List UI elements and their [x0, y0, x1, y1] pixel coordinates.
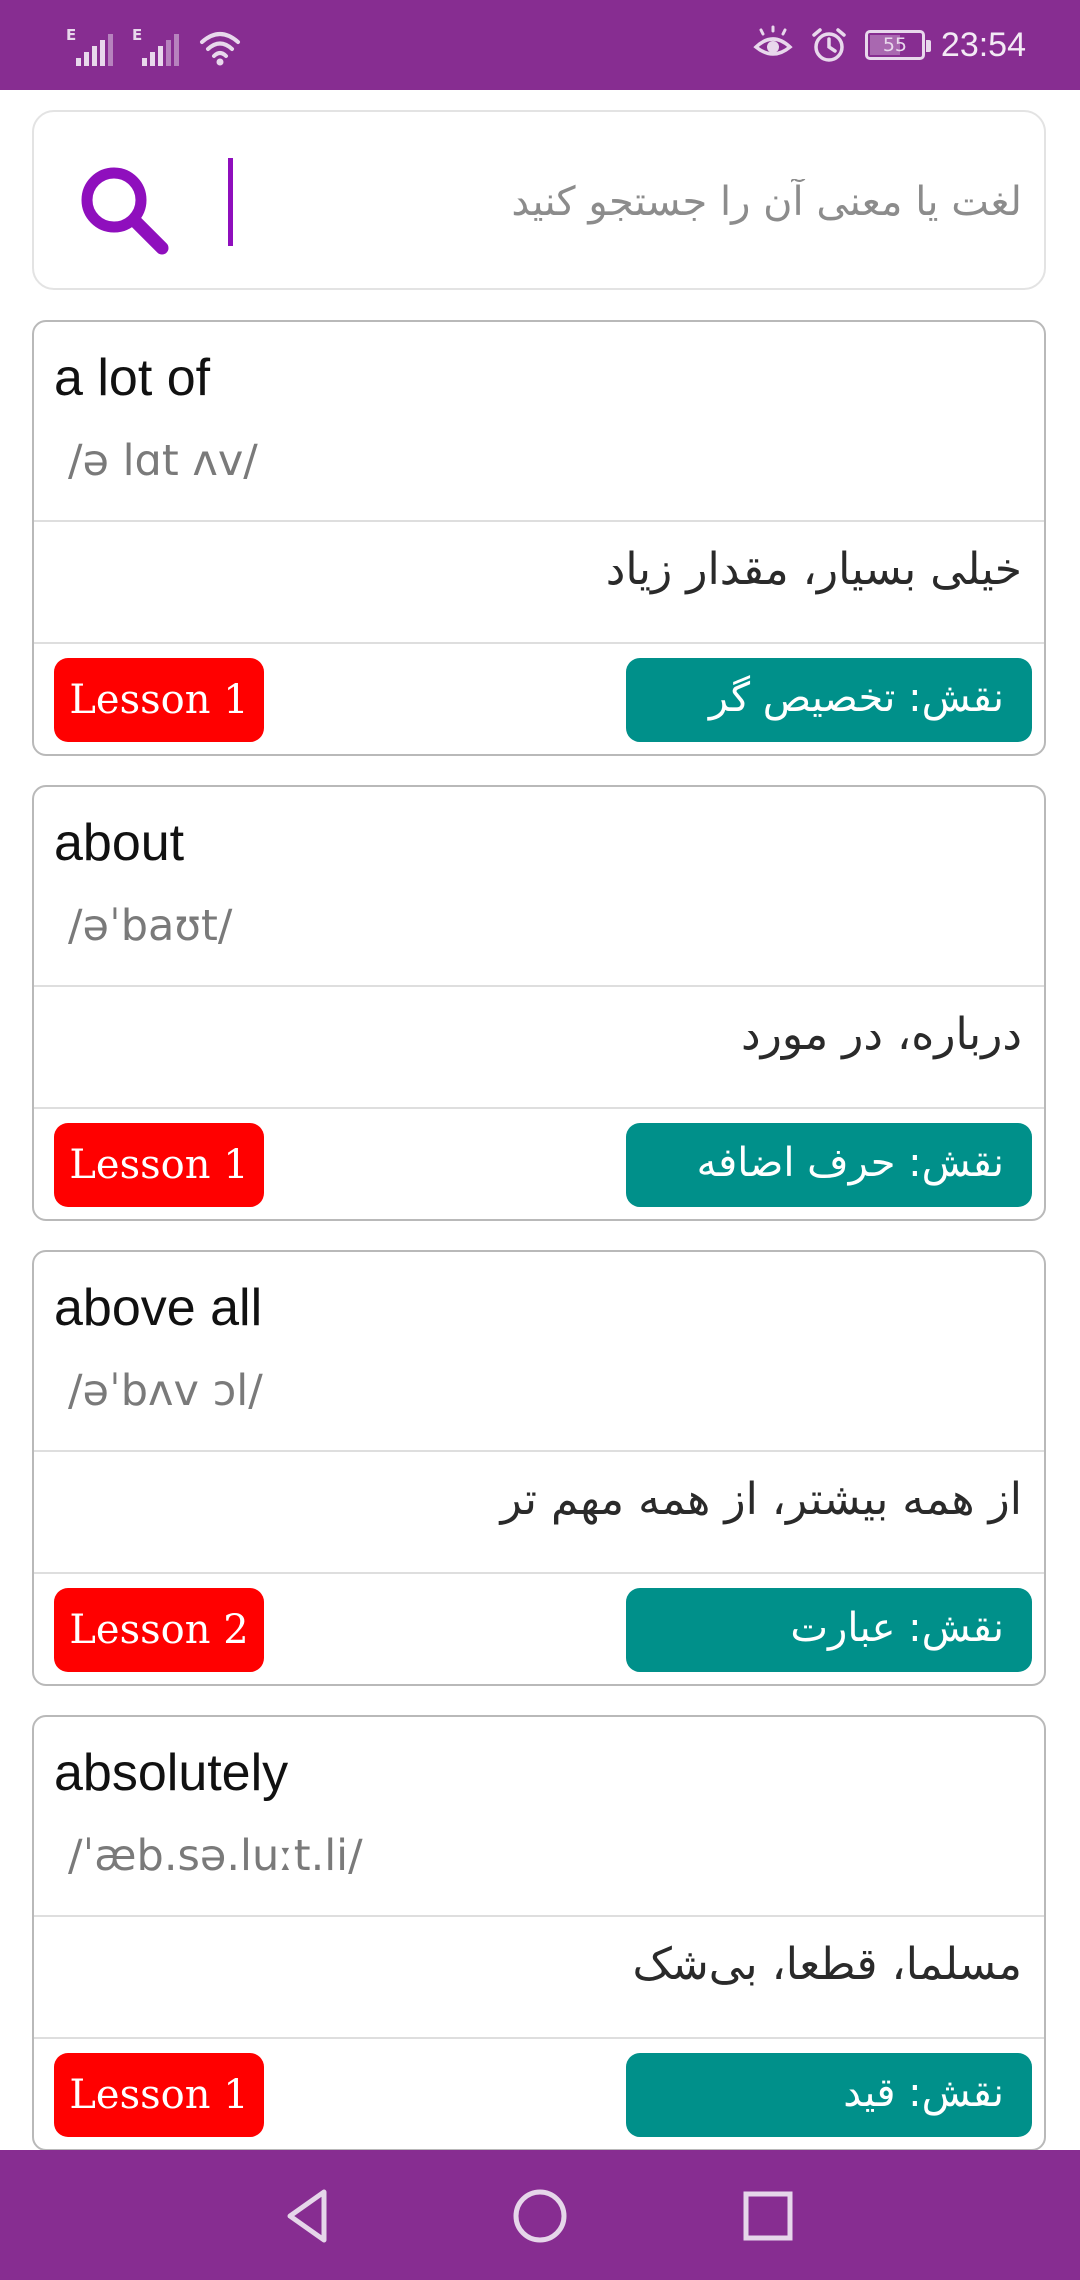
signal-type-label: E: [132, 26, 143, 44]
text-caret: [228, 158, 233, 246]
divider: [34, 1915, 1044, 1917]
word-title: above all: [54, 1279, 263, 1337]
divider: [34, 2037, 1044, 2039]
word-phonetic: /əˈbʌv ɔl/: [68, 1366, 263, 1416]
status-left: E E: [66, 22, 242, 68]
word-card[interactable]: absolutely /ˈæb.sə.luːt.li/ مسلما، قطعا،…: [32, 1715, 1046, 2151]
word-phonetic: /əˈbaʊt/: [68, 901, 233, 951]
signal-type-label: E: [66, 26, 77, 44]
word-meaning: از همه بیشتر، از همه مهم تر: [500, 1474, 1022, 1525]
role-badge: نقش: عبارت: [626, 1588, 1032, 1672]
search-box[interactable]: [32, 110, 1046, 290]
word-card[interactable]: a lot of /ə lɑt ʌv/ خیلی بسیار، مقدار زی…: [32, 320, 1046, 756]
word-card[interactable]: above all /əˈbʌv ɔl/ از همه بیشتر، از هم…: [32, 1250, 1046, 1686]
word-title: about: [54, 814, 185, 872]
word-meaning: مسلما، قطعا، بی‌شک: [632, 1939, 1022, 1990]
divider: [34, 1450, 1044, 1452]
word-title: a lot of: [54, 349, 211, 407]
lesson-badge[interactable]: Lesson 1: [54, 2053, 264, 2137]
signal-icon: E: [132, 26, 180, 68]
divider: [34, 985, 1044, 987]
status-right: 55 23:54: [753, 22, 1026, 68]
lesson-badge[interactable]: Lesson 1: [54, 658, 264, 742]
word-card[interactable]: about /əˈbaʊt/ درباره، در مورد Lesson 1 …: [32, 785, 1046, 1221]
recents-icon[interactable]: [736, 2184, 800, 2248]
signal-icon: E: [66, 26, 114, 68]
role-badge: نقش: تخصیص گر: [626, 658, 1032, 742]
lesson-badge[interactable]: Lesson 2: [54, 1588, 264, 1672]
lesson-badge[interactable]: Lesson 1: [54, 1123, 264, 1207]
word-meaning: خیلی بسیار، مقدار زیاد: [605, 544, 1022, 595]
word-phonetic: /ˈæb.sə.luːt.li/: [68, 1831, 363, 1881]
navigation-bar: [0, 2150, 1080, 2280]
search-input[interactable]: [254, 152, 1022, 252]
clock: 23:54: [940, 25, 1026, 64]
divider: [34, 1107, 1044, 1109]
divider: [34, 520, 1044, 522]
alarm-icon: [812, 28, 846, 62]
battery-icon: 55: [864, 30, 931, 60]
divider: [34, 1572, 1044, 1574]
wifi-icon: [200, 32, 240, 66]
word-meaning: درباره، در مورد: [741, 1009, 1022, 1060]
status-bar: E E 55 23:54: [0, 0, 1080, 90]
search-icon[interactable]: [76, 162, 176, 262]
eye-comfort-icon: [753, 25, 793, 56]
divider: [34, 642, 1044, 644]
word-title: absolutely: [54, 1744, 289, 1802]
back-icon[interactable]: [276, 2184, 340, 2248]
word-phonetic: /ə lɑt ʌv/: [68, 436, 258, 486]
battery-level: 55: [882, 34, 907, 56]
role-badge: نقش: حرف اضافه: [626, 1123, 1032, 1207]
home-icon[interactable]: [508, 2184, 572, 2248]
role-badge: نقش: قید: [626, 2053, 1032, 2137]
